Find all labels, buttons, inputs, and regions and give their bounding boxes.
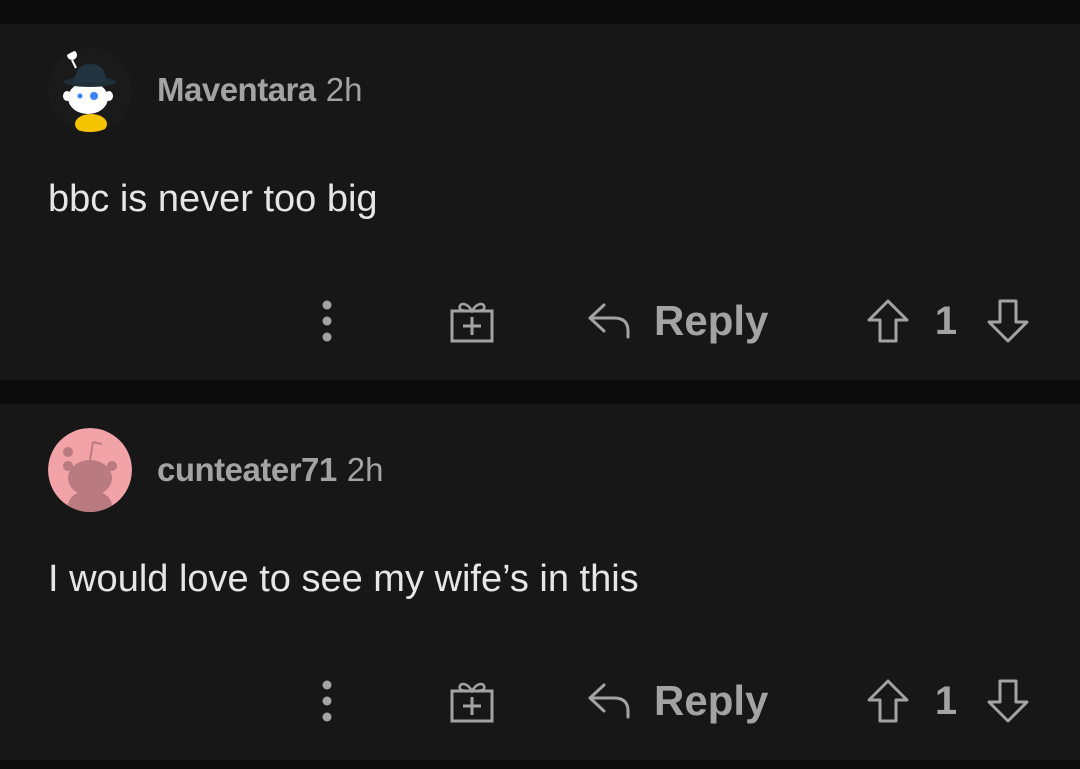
vote-score: 1: [934, 299, 958, 343]
downvote-button[interactable]: [982, 676, 1034, 726]
upvote-arrow-icon: [867, 679, 909, 723]
vote-score: 1: [934, 679, 958, 723]
more-options-button[interactable]: [306, 296, 348, 346]
more-vertical-icon: [322, 300, 332, 342]
avatar[interactable]: [48, 48, 132, 132]
reply-label: Reply: [654, 677, 769, 724]
gift-award-icon: [450, 682, 494, 723]
downvote-arrow-icon: [987, 679, 1029, 723]
comment-body: bbc is never too big: [48, 178, 378, 220]
award-button[interactable]: [446, 294, 498, 348]
username[interactable]: cunteater71: [157, 451, 337, 488]
comment-meta: cunteater71 2h: [157, 450, 383, 490]
avatar[interactable]: [48, 428, 132, 512]
upvote-button[interactable]: [862, 296, 914, 346]
reply-arrow-icon: [588, 303, 630, 339]
default-snoo-avatar-icon: [48, 428, 132, 512]
comment-card: cunteater71 2h I would love to see my wif…: [0, 404, 1080, 760]
comment-age: 2h: [325, 71, 363, 108]
comment-meta: Maventara 2h: [157, 70, 362, 110]
username[interactable]: Maventara: [157, 71, 316, 108]
reply-label: Reply: [654, 297, 769, 344]
award-button[interactable]: [446, 674, 498, 728]
more-vertical-icon: [322, 680, 332, 722]
upvote-button[interactable]: [862, 676, 914, 726]
comment-age: 2h: [346, 451, 384, 488]
upvote-arrow-icon: [867, 299, 909, 343]
reply-button[interactable]: Reply: [586, 674, 768, 728]
downvote-arrow-icon: [987, 299, 1029, 343]
comment-card: Maventara 2h bbc is never too big Reply …: [0, 24, 1080, 380]
snoo-avatar-icon: [48, 48, 132, 132]
gift-award-icon: [450, 302, 494, 343]
comment-feed: Maventara 2h bbc is never too big Reply …: [0, 0, 1080, 769]
reply-button[interactable]: Reply: [586, 294, 768, 348]
comment-body: I would love to see my wife’s in this: [48, 558, 639, 600]
more-options-button[interactable]: [306, 676, 348, 726]
reply-arrow-icon: [588, 683, 630, 719]
downvote-button[interactable]: [982, 296, 1034, 346]
